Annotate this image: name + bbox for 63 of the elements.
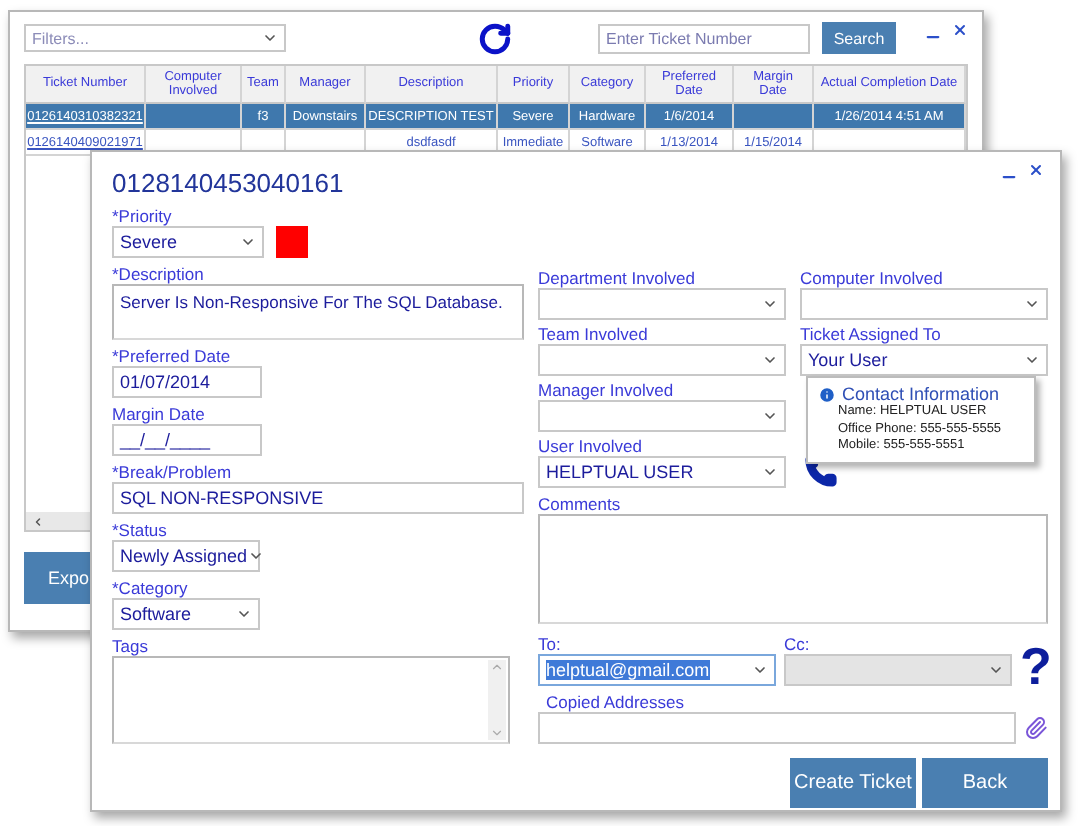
field-label: *Break/Problem: [112, 462, 234, 482]
caret-icon: [247, 548, 264, 564]
field-label: Copied Addresses: [544, 692, 686, 712]
dialog-button[interactable]: Create Ticket: [790, 758, 916, 808]
caret-icon: [762, 296, 778, 312]
field-label: User Involved: [538, 436, 644, 456]
dropdown[interactable]: [538, 400, 786, 432]
text-area[interactable]: [112, 656, 510, 744]
field-label: Ticket Assigned To: [800, 324, 943, 344]
caret-icon: [762, 408, 778, 424]
field-label: *Description: [112, 264, 206, 284]
caret-icon: [262, 30, 278, 46]
field-label: To:: [538, 634, 563, 654]
phone-icon[interactable]: [804, 454, 838, 488]
caret-icon: [1024, 352, 1040, 368]
field-label: Computer Involved: [800, 268, 945, 288]
field-label: Team Involved: [538, 324, 650, 344]
to-dropdown[interactable]: helptual@gmail.com: [538, 654, 776, 686]
ticket-number-title: 0128140453040161: [112, 165, 344, 201]
scroll-down-icon[interactable]: [490, 726, 504, 740]
dialog-button[interactable]: Back: [922, 758, 1048, 808]
help-icon[interactable]: ?: [1020, 646, 1048, 686]
dropdown[interactable]: [538, 288, 786, 320]
close-icon[interactable]: [1028, 162, 1044, 178]
caret-icon: [1024, 296, 1040, 312]
caret-icon: [240, 234, 256, 250]
dropdown[interactable]: Severe: [112, 226, 264, 258]
input-field[interactable]: [538, 712, 1016, 744]
dropdown[interactable]: Your User: [800, 344, 1048, 376]
info-icon: [818, 385, 836, 403]
field-label: *Category: [112, 578, 190, 598]
scroll-up-icon[interactable]: [490, 660, 504, 674]
dropdown[interactable]: HELPTUAL USER: [538, 456, 786, 488]
field-label: *Status: [112, 520, 169, 540]
scrollbar[interactable]: [488, 660, 506, 740]
field-label: *Preferred Date: [112, 346, 233, 366]
text-area[interactable]: Server Is Non-Responsive For The SQL Database.: [112, 284, 524, 340]
field-label: Comments: [538, 494, 623, 514]
field-label: *Priority: [112, 206, 174, 226]
dropdown[interactable]: [800, 288, 1048, 320]
refresh-icon[interactable]: [478, 21, 512, 55]
paperclip-icon[interactable]: [1024, 716, 1048, 740]
search-button[interactable]: Search: [822, 22, 896, 54]
input-field[interactable]: SQL NON-RESPONSIVE: [112, 482, 524, 514]
field-label: Cc:: [783, 634, 812, 654]
field-label: Tags: [112, 636, 150, 656]
dropdown[interactable]: Newly Assigned: [112, 540, 260, 572]
search-field[interactable]: Enter Ticket Number: [598, 23, 810, 53]
close-icon[interactable]: [952, 22, 968, 38]
field-label: Margin Date: [112, 404, 207, 424]
dropdown[interactable]: Software: [112, 598, 260, 630]
caret-icon: [988, 662, 1004, 678]
field-label: Manager Involved: [538, 380, 676, 400]
tooltip-title: Contact Information: [842, 384, 1000, 404]
caret-icon: [762, 352, 778, 368]
caret-icon: [236, 606, 252, 622]
comments-area[interactable]: [538, 514, 1048, 624]
caret-icon: [762, 464, 778, 480]
date-field[interactable]: 01/07/2014: [112, 366, 262, 398]
field-label: Department Involved: [538, 268, 697, 288]
date-field[interactable]: __/__/____: [112, 424, 262, 456]
caret-icon: [751, 662, 768, 678]
dropdown[interactable]: [538, 344, 786, 376]
